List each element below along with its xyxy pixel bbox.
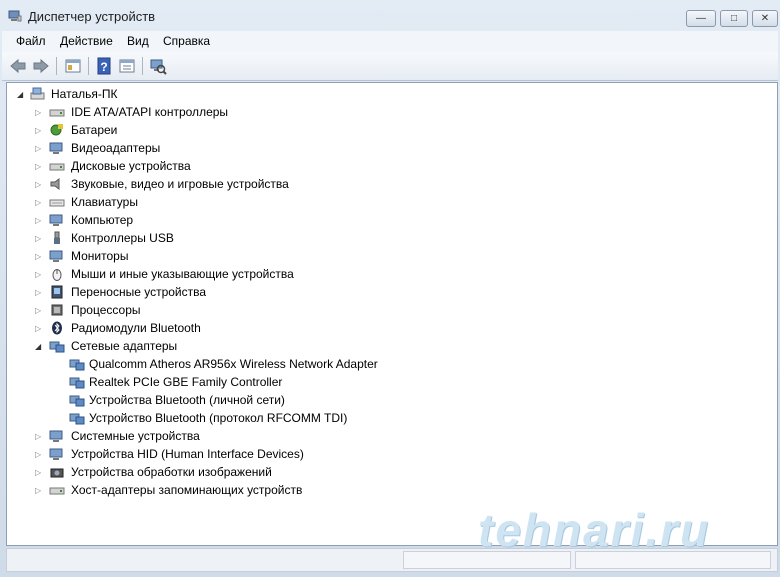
svg-text:?: ?	[100, 60, 107, 74]
tree-device-label: Устройства Bluetooth (личной сети)	[89, 393, 285, 407]
tree-category-label: Батареи	[71, 123, 118, 137]
imaging-device-icon	[50, 468, 64, 478]
toolbar-separator	[142, 57, 143, 75]
computer-icon	[49, 214, 63, 226]
tree-category-label: Радиомодули Bluetooth	[71, 321, 201, 335]
network-adapter-icon	[69, 359, 85, 371]
monitor-icon	[49, 250, 63, 262]
tree-category-label: Звуковые, видео и игровые устройства	[71, 177, 289, 191]
expand-icon[interactable]: ▷	[35, 270, 41, 279]
collapse-icon[interactable]: ◢	[17, 90, 23, 99]
speaker-icon	[50, 178, 60, 190]
menu-view[interactable]: Вид	[127, 34, 149, 48]
display-adapter-icon	[49, 142, 63, 154]
collapse-icon[interactable]: ◢	[35, 342, 41, 351]
expand-icon[interactable]: ▷	[35, 126, 41, 135]
tree-device-label: Realtek PCIe GBE Family Controller	[89, 375, 283, 389]
expand-icon[interactable]: ▷	[35, 432, 41, 441]
maximize-button[interactable]: □	[720, 10, 748, 27]
tree-category-label: Контроллеры USB	[71, 231, 174, 245]
computer-icon	[30, 87, 45, 100]
device-tree: ◢ Наталья-ПК ▷ IDE ATA/ATAPI контроллеры ▷…	[6, 82, 778, 546]
toolbar: ?	[2, 52, 778, 81]
tree-device-label: Устройство Bluetooth (протокол RFCOMM TD…	[89, 411, 348, 425]
back-icon[interactable]	[9, 57, 27, 75]
tree-category-label: Переносные устройства	[71, 285, 207, 299]
device-manager-window: Диспетчер устройств — □ ✕ Файл Действие …	[0, 0, 780, 577]
expand-icon[interactable]: ▷	[35, 450, 41, 459]
network-adapter-icon	[49, 341, 65, 353]
expand-icon[interactable]: ▷	[35, 234, 41, 243]
network-adapter-icon	[69, 377, 85, 389]
processor-icon	[51, 304, 63, 316]
usb-icon	[54, 231, 60, 244]
status-cell	[575, 551, 771, 569]
system-device-icon	[49, 430, 63, 442]
expand-icon[interactable]: ▷	[35, 486, 41, 495]
expand-icon[interactable]: ▷	[35, 468, 41, 477]
ide-controller-icon	[49, 109, 65, 117]
menu-file[interactable]: Файл	[16, 34, 46, 48]
maximize-icon: □	[730, 13, 738, 24]
network-adapter-icon	[69, 413, 85, 425]
expand-icon[interactable]: ▷	[35, 108, 41, 117]
minimize-icon: —	[696, 13, 706, 24]
tree-category-label: Устройства HID (Human Interface Devices)	[71, 447, 304, 461]
expand-icon[interactable]: ▷	[35, 162, 41, 171]
tree-category-label: Устройства обработки изображений	[71, 465, 272, 479]
status-bar	[6, 548, 778, 572]
tree-category-label: Сетевые адаптеры	[71, 339, 178, 353]
tree-category-label: Видеоадаптеры	[71, 141, 161, 155]
tree-category-label: Процессоры	[71, 303, 141, 317]
keyboard-icon	[49, 199, 65, 207]
tree-root-label: Наталья-ПК	[51, 87, 118, 101]
tree-category-label: Мониторы	[71, 249, 129, 263]
help-icon[interactable]: ?	[95, 57, 113, 75]
tree-device-label: Qualcomm Atheros AR956x Wireless Network…	[89, 357, 378, 371]
scan-hardware-icon[interactable]	[149, 57, 167, 75]
window-title: Диспетчер устройств	[28, 9, 156, 24]
network-adapter-icon	[69, 395, 85, 407]
toolbar-separator	[56, 57, 57, 75]
tree-category-label: Системные устройства	[71, 429, 200, 443]
mouse-icon	[52, 269, 62, 281]
toolbar-separator	[88, 57, 89, 75]
menu-action[interactable]: Действие	[60, 34, 113, 48]
device-manager-app-icon	[8, 10, 22, 22]
expand-icon[interactable]: ▷	[35, 216, 41, 225]
menu-bar: Файл Действие Вид Справка	[2, 31, 778, 53]
battery-icon	[50, 124, 63, 136]
expand-icon[interactable]: ▷	[35, 180, 41, 189]
menu-help[interactable]: Справка	[163, 34, 210, 48]
expand-icon[interactable]: ▷	[35, 288, 41, 297]
close-icon: ✕	[760, 13, 770, 24]
status-cell	[403, 551, 571, 569]
minimize-button[interactable]: —	[686, 10, 716, 27]
hid-icon	[49, 448, 63, 460]
tree-category-label: Мыши и иные указывающие устройства	[71, 267, 294, 281]
portable-device-icon	[51, 285, 63, 299]
tree-category-label: Дисковые устройства	[71, 159, 191, 173]
expand-icon[interactable]: ▷	[35, 252, 41, 261]
properties-icon[interactable]	[64, 57, 82, 75]
forward-icon[interactable]	[32, 57, 50, 75]
tree-category-label: Компьютер	[71, 213, 134, 227]
tree-category-label: Хост-адаптеры запоминающих устройств	[71, 483, 303, 497]
details-icon[interactable]	[118, 57, 136, 75]
expand-icon[interactable]: ▷	[35, 198, 41, 207]
tree-category-label: IDE ATA/ATAPI контроллеры	[71, 105, 229, 119]
close-button[interactable]: ✕	[752, 10, 778, 27]
storage-controller-icon	[49, 487, 65, 495]
expand-icon[interactable]: ▷	[35, 306, 41, 315]
expand-icon[interactable]: ▷	[35, 144, 41, 153]
tree-category-label: Клавиатуры	[71, 195, 138, 209]
title-bar[interactable]: Диспетчер устройств — □ ✕	[0, 0, 780, 32]
bluetooth-icon	[52, 321, 62, 335]
expand-icon[interactable]: ▷	[35, 324, 41, 333]
disk-drive-icon	[49, 163, 65, 171]
